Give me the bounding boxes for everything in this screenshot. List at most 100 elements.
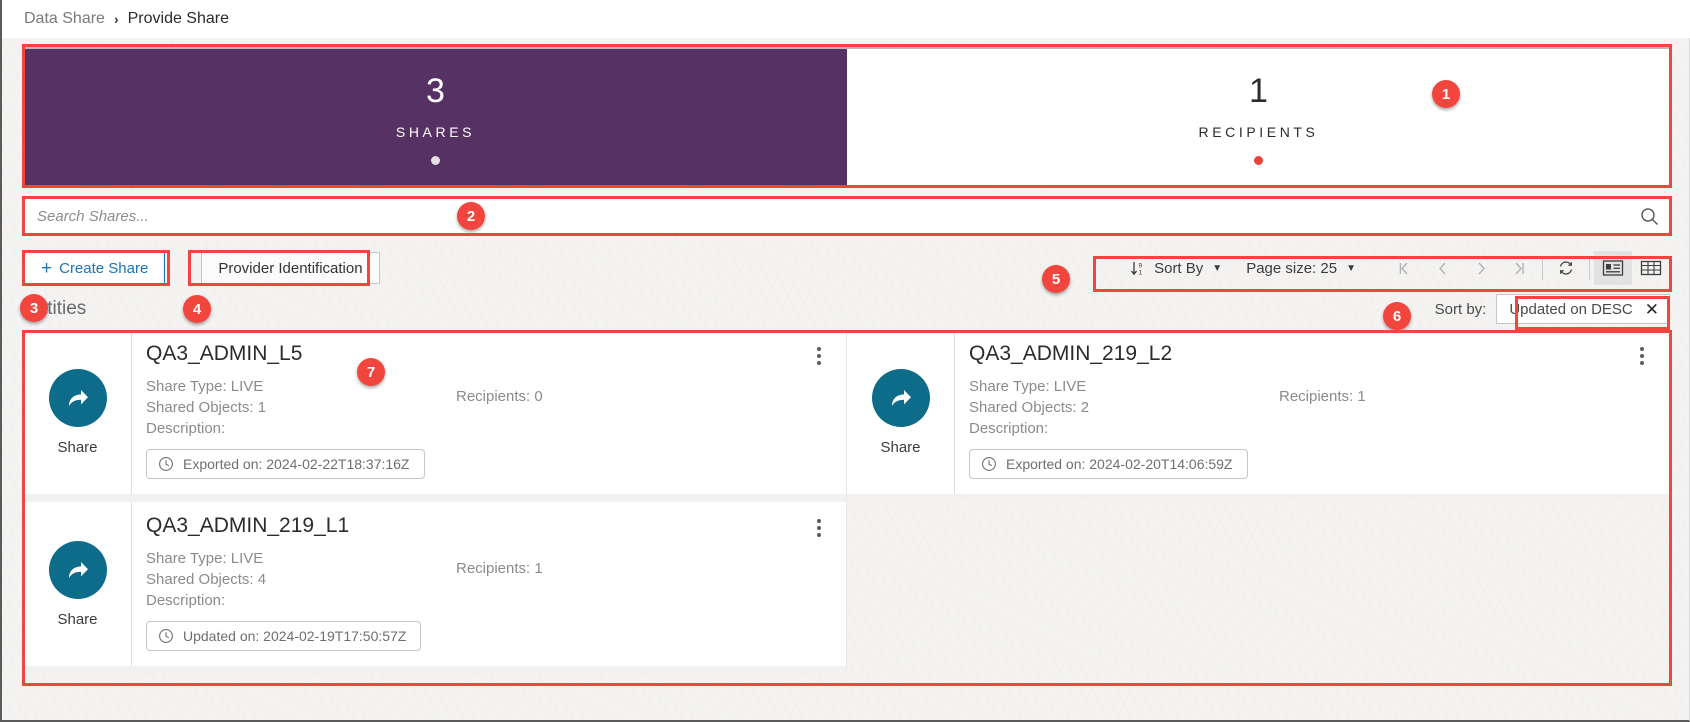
sort-by-dropdown[interactable]: 9 1 Sort By ▼ bbox=[1118, 251, 1234, 285]
share-type: Share Type: LIVE bbox=[969, 378, 1087, 395]
share-card[interactable]: Share QA3_ADMIN_L5 Share Type: LIVE Shar… bbox=[24, 330, 847, 502]
provider-identification-button[interactable]: Provider Identification bbox=[201, 252, 380, 284]
share-card-avatar-area: Share bbox=[24, 502, 132, 666]
share-card-meta-left: Share Type: LIVE Shared Objects: 2 Descr… bbox=[969, 376, 1279, 439]
search-icon[interactable] bbox=[1629, 207, 1669, 226]
shared-objects: Shared Objects: 2 bbox=[969, 399, 1090, 416]
active-sort-area: Sort by: Updated on DESC ✕ bbox=[1435, 294, 1670, 324]
timestamp-badge: Updated on: 2024-02-19T17:50:57Z bbox=[146, 621, 422, 651]
timestamp-badge: Exported on: 2024-02-20T14:06:59Z bbox=[969, 449, 1248, 479]
pagination-controls bbox=[1386, 251, 1538, 285]
share-card[interactable]: Share QA3_ADMIN_219_L2 Share Type: LIVE … bbox=[847, 330, 1670, 502]
kpi-card-shares[interactable]: 3 SHARES bbox=[24, 46, 847, 186]
refresh-icon[interactable] bbox=[1547, 251, 1585, 285]
sort-by-static-label: Sort by: bbox=[1434, 300, 1487, 318]
annotation-badge-7: 7 bbox=[357, 358, 385, 386]
chevron-down-icon: ▼ bbox=[1346, 262, 1356, 274]
share-type: Share Type: LIVE bbox=[146, 378, 264, 395]
kebab-menu-icon[interactable] bbox=[810, 515, 828, 541]
share-card-meta: Share Type: LIVE Shared Objects: 1 Descr… bbox=[146, 376, 832, 439]
share-type: Share Type: LIVE bbox=[146, 550, 264, 567]
first-page-button[interactable] bbox=[1386, 251, 1424, 285]
chevron-down-icon: ▼ bbox=[1212, 262, 1223, 274]
page-size-dropdown[interactable]: Page size: 25 ▼ bbox=[1234, 251, 1368, 285]
recipients-count: Recipients: 1 bbox=[456, 560, 543, 577]
active-sort-chip[interactable]: Updated on DESC ✕ bbox=[1496, 294, 1670, 324]
share-card-avatar-area: Share bbox=[24, 330, 132, 494]
card-view-icon[interactable] bbox=[1594, 251, 1632, 285]
previous-page-button[interactable] bbox=[1424, 251, 1462, 285]
share-card-title[interactable]: QA3_ADMIN_L5 bbox=[146, 342, 832, 366]
clock-icon bbox=[158, 628, 174, 644]
page-size-label: Page size: 25 bbox=[1246, 259, 1338, 277]
share-card-title[interactable]: QA3_ADMIN_219_L1 bbox=[146, 514, 832, 538]
share-card-avatar-label: Share bbox=[57, 610, 98, 628]
share-card-title[interactable]: QA3_ADMIN_219_L2 bbox=[969, 342, 1655, 366]
recipients-count: Recipients: 1 bbox=[1279, 388, 1366, 405]
description: Description: bbox=[969, 420, 1049, 437]
share-card-avatar-label: Share bbox=[57, 438, 98, 456]
toolbar-right-controls: 9 1 Sort By ▼ Page size: 25 ▼ bbox=[1118, 251, 1670, 285]
share-card-avatar-area: Share bbox=[847, 330, 955, 494]
search-bar[interactable] bbox=[24, 198, 1670, 234]
next-page-button[interactable] bbox=[1462, 251, 1500, 285]
annotation-badge-5: 5 bbox=[1042, 265, 1070, 293]
toolbar-divider bbox=[1542, 256, 1543, 280]
kpi-shares-indicator-dot bbox=[431, 156, 440, 165]
kpi-shares-value: 3 bbox=[426, 72, 445, 110]
breadcrumb-item-data-share[interactable]: Data Share bbox=[24, 10, 105, 28]
provider-identification-label: Provider Identification bbox=[218, 259, 363, 277]
breadcrumb: Data Share › Provide Share bbox=[2, 0, 1690, 38]
share-card-meta-left: Share Type: LIVE Shared Objects: 1 Descr… bbox=[146, 376, 456, 439]
search-input[interactable] bbox=[25, 199, 1629, 233]
share-card[interactable]: Share QA3_ADMIN_219_L1 Share Type: LIVE … bbox=[24, 502, 847, 674]
share-card-meta: Share Type: LIVE Shared Objects: 2 Descr… bbox=[969, 376, 1655, 439]
share-icon bbox=[48, 368, 107, 427]
close-icon[interactable]: ✕ bbox=[1645, 301, 1659, 318]
timestamp-text: Updated on: 2024-02-19T17:50:57Z bbox=[183, 628, 407, 644]
share-icon bbox=[871, 368, 930, 427]
description: Description: bbox=[146, 592, 226, 609]
share-card-meta-right: Recipients: 1 bbox=[1279, 376, 1366, 439]
annotation-badge-1: 1 bbox=[1432, 80, 1460, 108]
recipients-count: Recipients: 0 bbox=[456, 388, 543, 405]
shared-objects: Shared Objects: 1 bbox=[146, 399, 267, 416]
active-sort-chip-label: Updated on DESC bbox=[1509, 300, 1633, 318]
description: Description: bbox=[146, 420, 226, 437]
toolbar-divider bbox=[1589, 256, 1590, 280]
entities-header-row: Entities Sort by: Updated on DESC ✕ bbox=[24, 292, 1670, 326]
breadcrumb-item-provide-share: Provide Share bbox=[127, 10, 229, 27]
share-card-meta-right: Recipients: 0 bbox=[456, 376, 543, 439]
clock-icon bbox=[981, 456, 997, 472]
kebab-menu-icon[interactable] bbox=[810, 343, 828, 369]
annotation-badge-4: 4 bbox=[183, 295, 211, 323]
annotation-badge-6: 6 bbox=[1383, 302, 1411, 330]
sort-by-label: Sort By bbox=[1154, 259, 1204, 277]
kebab-menu-icon[interactable] bbox=[1633, 343, 1651, 369]
share-card-avatar-label: Share bbox=[880, 438, 921, 456]
share-icon bbox=[48, 540, 107, 599]
svg-text:1: 1 bbox=[1139, 269, 1143, 276]
table-view-icon[interactable] bbox=[1632, 251, 1670, 285]
share-card-meta-left: Share Type: LIVE Shared Objects: 4 Descr… bbox=[146, 548, 456, 611]
annotation-badge-3: 3 bbox=[20, 294, 48, 322]
timestamp-text: Exported on: 2024-02-20T14:06:59Z bbox=[1006, 456, 1233, 472]
data-share-provide-share-page: Data Share › Provide Share 3 SHARES 1 RE… bbox=[0, 0, 1690, 722]
timestamp-text: Exported on: 2024-02-22T18:37:16Z bbox=[183, 456, 410, 472]
share-card-body: QA3_ADMIN_L5 Share Type: LIVE Shared Obj… bbox=[132, 330, 846, 494]
share-card-meta: Share Type: LIVE Shared Objects: 4 Descr… bbox=[146, 548, 832, 611]
kpi-card-recipients[interactable]: 1 RECIPIENTS bbox=[847, 46, 1670, 186]
share-card-body: QA3_ADMIN_219_L1 Share Type: LIVE Shared… bbox=[132, 502, 846, 666]
last-page-button[interactable] bbox=[1500, 251, 1538, 285]
kpi-recipients-value: 1 bbox=[1249, 72, 1268, 110]
breadcrumb-separator-icon: › bbox=[113, 11, 119, 27]
kpi-shares-label: SHARES bbox=[395, 124, 476, 140]
timestamp-badge: Exported on: 2024-02-22T18:37:16Z bbox=[146, 449, 425, 479]
plus-icon: + bbox=[41, 257, 53, 279]
empty-grid-slot bbox=[847, 502, 1670, 674]
create-share-button[interactable]: + Create Share bbox=[24, 252, 166, 284]
annotation-badge-2: 2 bbox=[457, 202, 485, 230]
svg-text:9: 9 bbox=[1139, 262, 1143, 269]
list-toolbar: + Create Share Provider Identification 9… bbox=[24, 248, 1670, 288]
shared-objects: Shared Objects: 4 bbox=[146, 571, 267, 588]
